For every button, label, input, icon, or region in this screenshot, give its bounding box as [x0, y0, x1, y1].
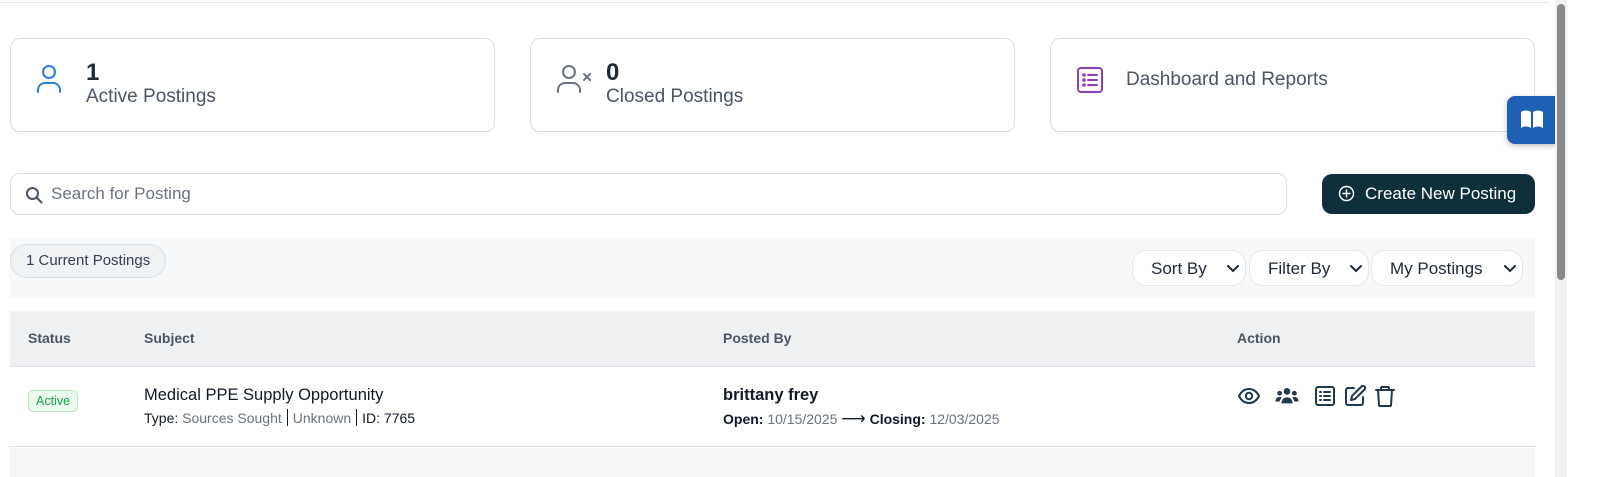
closed-postings-label: Closed Postings	[606, 86, 744, 107]
dashboard-reports-label: Dashboard and Reports	[1126, 69, 1328, 90]
plus-circle-icon	[1338, 185, 1355, 202]
arrow-right-icon: ⟶	[841, 409, 866, 428]
category-value: Unknown	[292, 410, 352, 426]
dashboard-reports-card[interactable]: Dashboard and Reports	[1050, 38, 1535, 132]
top-divider	[0, 2, 1550, 3]
filter-by-label: Filter By	[1268, 259, 1331, 278]
trash-icon[interactable]	[1373, 384, 1397, 408]
meta-divider	[286, 409, 288, 426]
list-icon	[1077, 67, 1103, 93]
chevron-down-icon	[1227, 265, 1239, 273]
sort-by-label: Sort By	[1151, 259, 1207, 278]
posting-id: ID: 7765	[362, 410, 416, 426]
my-postings-dropdown[interactable]: My Postings	[1371, 250, 1523, 286]
open-label: Open:	[723, 411, 764, 427]
my-postings-label: My Postings	[1390, 259, 1483, 278]
eye-icon[interactable]	[1237, 384, 1261, 408]
create-new-posting-label: Create New Posting	[1365, 184, 1517, 203]
users-icon[interactable]	[1275, 384, 1299, 408]
postings-table-header: Status Subject Posted By Action	[10, 311, 1535, 367]
chevron-down-icon	[1350, 265, 1362, 273]
closing-label: Closing:	[869, 411, 926, 427]
active-postings-card[interactable]: 1 Active Postings	[10, 38, 495, 132]
user-x-icon	[557, 65, 591, 93]
open-date: 10/15/2025	[767, 411, 838, 427]
scrollbar[interactable]	[1555, 0, 1567, 477]
filter-by-dropdown[interactable]: Filter By	[1249, 250, 1369, 286]
status-badge: Active	[28, 390, 79, 412]
closed-postings-count: 0	[606, 59, 620, 86]
list-icon[interactable]	[1313, 384, 1337, 408]
search-box[interactable]	[10, 173, 1287, 215]
current-postings-count: 1 Current Postings	[10, 244, 167, 278]
scrollbar-thumb[interactable]	[1557, 4, 1565, 280]
search-input[interactable]	[51, 182, 1251, 206]
status-column-header: Status	[28, 330, 71, 346]
posted-by-column-header: Posted By	[723, 330, 792, 346]
active-postings-count: 1	[86, 59, 100, 86]
edit-icon[interactable]	[1343, 384, 1367, 408]
type-value: Sources Sought	[182, 410, 282, 426]
posting-meta: Type: Sources Sought Unknown ID: 7765	[144, 409, 415, 426]
table-footer-area	[10, 448, 1535, 477]
closed-postings-card[interactable]: 0 Closed Postings	[530, 38, 1015, 132]
search-icon	[26, 187, 43, 204]
create-new-posting-button[interactable]: Create New Posting	[1322, 174, 1535, 214]
poster-name: brittany frey	[723, 386, 819, 404]
postings-toolbar: 1 Current Postings Sort By Filter By My …	[10, 238, 1535, 298]
user-icon	[37, 65, 61, 93]
guide-side-tab[interactable]	[1507, 96, 1557, 144]
subject-column-header: Subject	[144, 330, 195, 346]
posting-subject[interactable]: Medical PPE Supply Opportunity	[144, 386, 383, 405]
meta-divider	[356, 409, 358, 426]
active-postings-label: Active Postings	[86, 86, 216, 107]
chevron-down-icon	[1504, 265, 1516, 273]
closing-date: 12/03/2025	[929, 411, 1000, 427]
book-icon	[1521, 110, 1543, 128]
type-label: Type:	[144, 410, 179, 426]
action-column-header: Action	[1237, 330, 1281, 346]
sort-by-dropdown[interactable]: Sort By	[1132, 250, 1246, 286]
table-row[interactable]: Active Medical PPE Supply Opportunity Ty…	[10, 367, 1535, 447]
posting-dates: Open: 10/15/2025 ⟶ Closing: 12/03/2025	[723, 409, 1000, 429]
